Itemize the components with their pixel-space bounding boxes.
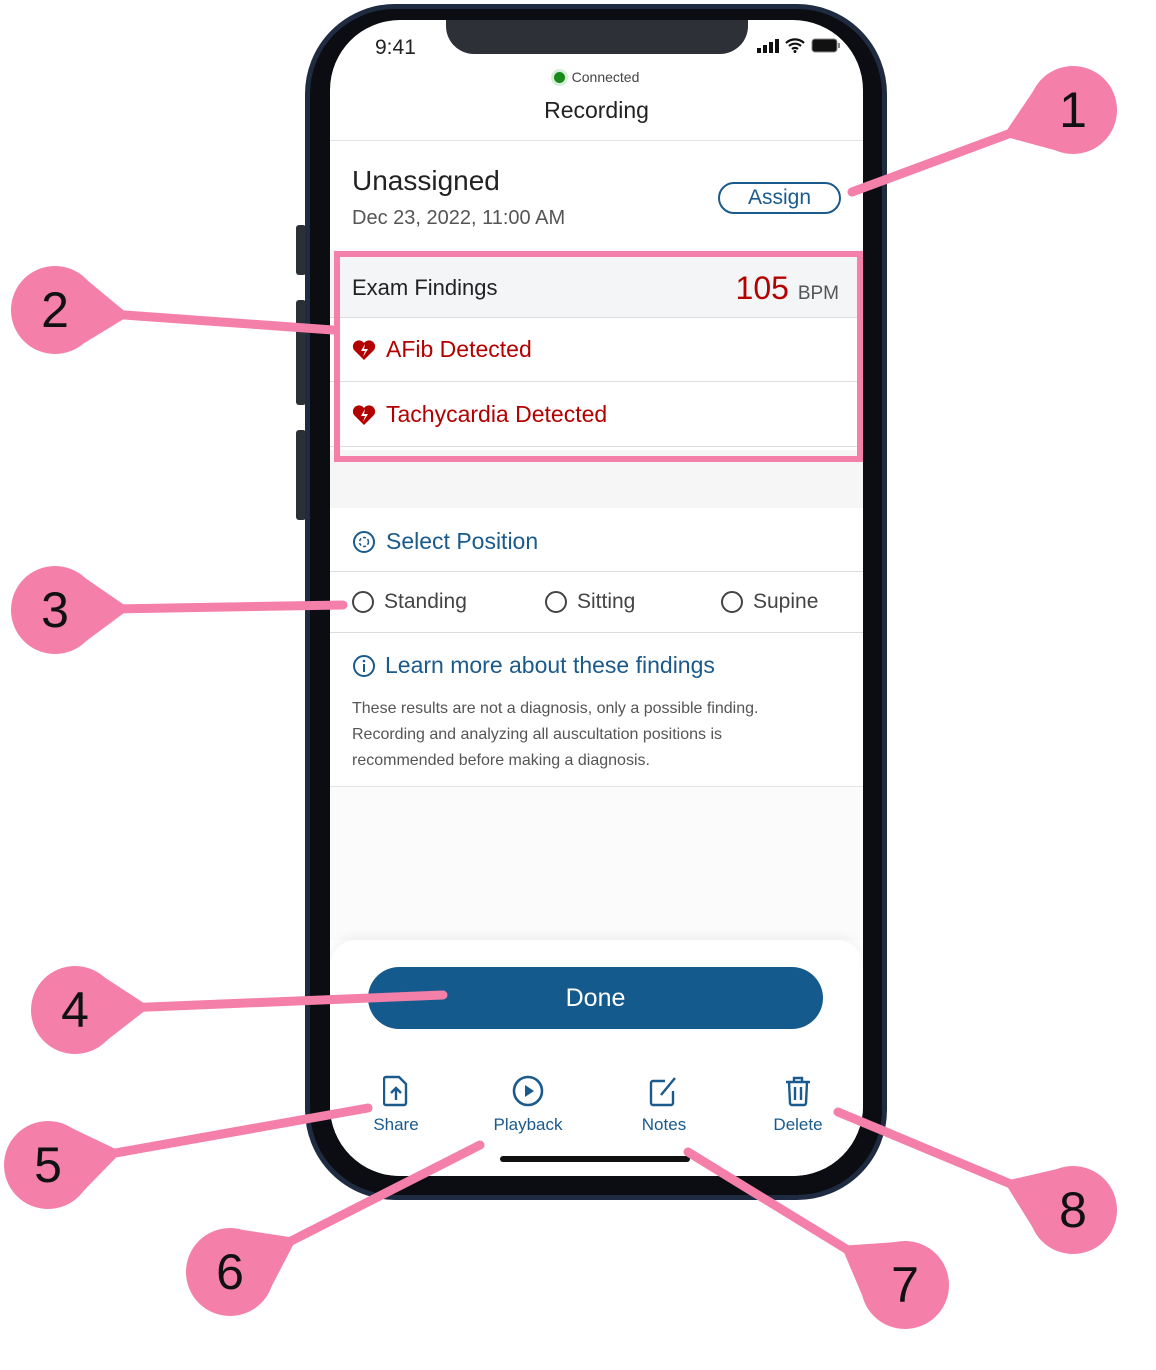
callout-number: 6 xyxy=(216,1244,244,1300)
callout-number: 8 xyxy=(1059,1182,1087,1238)
callout-number: 7 xyxy=(891,1257,919,1313)
callout-number: 1 xyxy=(1059,82,1087,138)
callout-number: 5 xyxy=(34,1137,62,1193)
callout-layer xyxy=(4,66,1117,1329)
callout-number: 3 xyxy=(41,582,69,638)
callout-number: 4 xyxy=(61,982,89,1038)
callout-number: 2 xyxy=(41,282,69,338)
